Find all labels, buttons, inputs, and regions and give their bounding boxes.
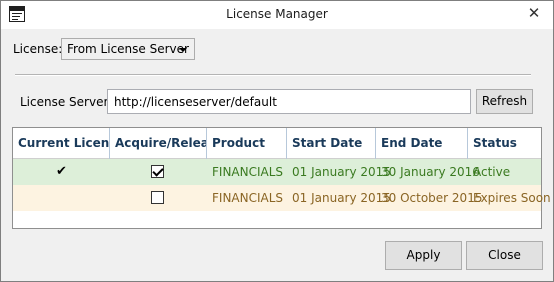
license-source-dropdown[interactable]: From License Server bbox=[61, 38, 195, 60]
license-manager-window: License Manager ✕ License: From License … bbox=[0, 0, 554, 282]
column-header-current-license[interactable]: Current License bbox=[13, 128, 110, 159]
license-label: License: bbox=[13, 42, 63, 56]
dropdown-arrow-icon bbox=[179, 48, 187, 52]
column-header-product[interactable]: Product bbox=[207, 128, 287, 159]
acquire-checkbox[interactable] bbox=[151, 165, 164, 178]
license-table: Current License Acquire/Release Product … bbox=[12, 127, 551, 229]
acquire-checkbox[interactable] bbox=[151, 191, 164, 204]
window-title: License Manager bbox=[226, 7, 328, 21]
column-header-acquire-release[interactable]: Acquire/Release bbox=[110, 128, 207, 159]
license-server-label: License Server: bbox=[20, 95, 113, 109]
table-header: Current License Acquire/Release Product … bbox=[13, 128, 541, 159]
refresh-button[interactable]: Refresh bbox=[476, 89, 533, 114]
status-cell: Expires Soon bbox=[473, 191, 551, 205]
table-row[interactable]: FINANCIALS 01 January 2015 30 October 20… bbox=[13, 185, 551, 211]
column-header-status[interactable]: Status bbox=[468, 128, 541, 159]
end-date-cell: 30 January 2016 bbox=[381, 165, 480, 179]
separator-highlight bbox=[15, 75, 531, 76]
status-cell: Active bbox=[473, 165, 511, 179]
product-cell: FINANCIALS bbox=[212, 165, 284, 179]
license-server-input[interactable]: http://licenseserver/default bbox=[107, 89, 471, 114]
end-date-cell: 30 October 2015 bbox=[381, 191, 483, 205]
current-license-check-icon: ✔ bbox=[56, 164, 67, 179]
apply-button[interactable]: Apply bbox=[385, 241, 462, 270]
title-bar[interactable]: License Manager ✕ bbox=[1, 1, 553, 29]
column-header-end-date[interactable]: End Date bbox=[376, 128, 468, 159]
close-button[interactable]: Close bbox=[466, 241, 543, 270]
product-cell: FINANCIALS bbox=[212, 191, 284, 205]
license-server-value: http://licenseserver/default bbox=[114, 95, 277, 109]
table-row[interactable]: ✔ FINANCIALS 01 January 2015 30 January … bbox=[13, 159, 541, 185]
column-header-start-date[interactable]: Start Date bbox=[287, 128, 376, 159]
license-source-value: From License Server bbox=[67, 42, 189, 56]
close-window-icon[interactable]: ✕ bbox=[520, 3, 548, 23]
